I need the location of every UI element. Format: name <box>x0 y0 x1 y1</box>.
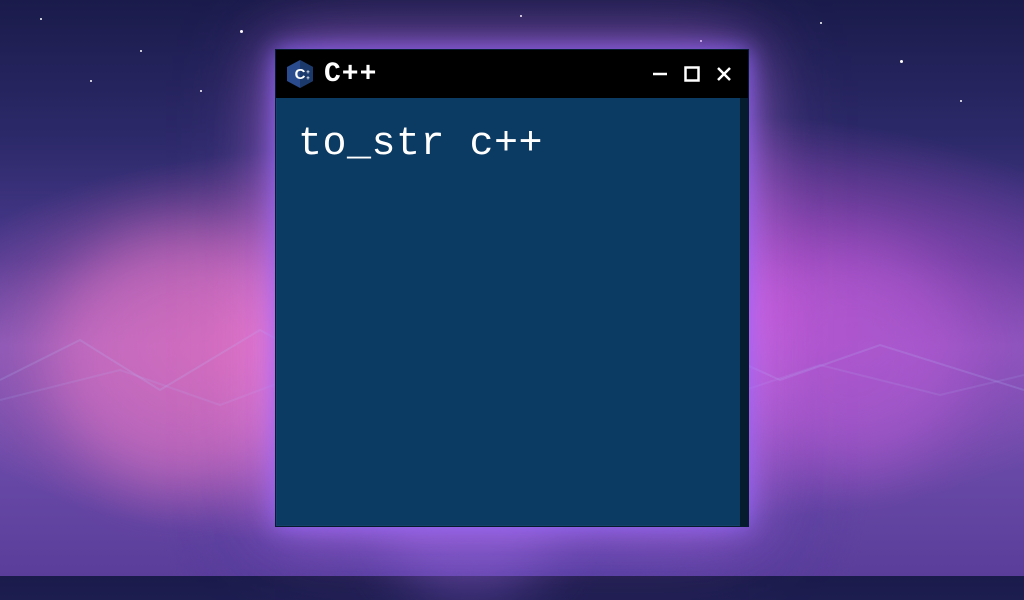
cpp-icon: C + + <box>284 58 316 90</box>
window-content: to_str c++ <box>276 98 748 526</box>
scrollbar[interactable] <box>740 98 748 526</box>
background-bokeh <box>744 250 964 470</box>
close-button[interactable] <box>710 60 738 88</box>
svg-text:+: + <box>306 76 310 82</box>
titlebar[interactable]: C + + C++ <box>276 50 748 98</box>
maximize-button[interactable] <box>678 60 706 88</box>
app-window: C + + C++ to_str c++ <box>275 49 749 527</box>
minimize-button[interactable] <box>646 60 674 88</box>
code-line: to_str c++ <box>298 122 726 167</box>
window-title: C++ <box>324 59 638 90</box>
window-controls <box>646 60 738 88</box>
svg-text:+: + <box>306 70 310 76</box>
background-bokeh <box>50 230 310 490</box>
svg-text:C: C <box>295 66 306 83</box>
